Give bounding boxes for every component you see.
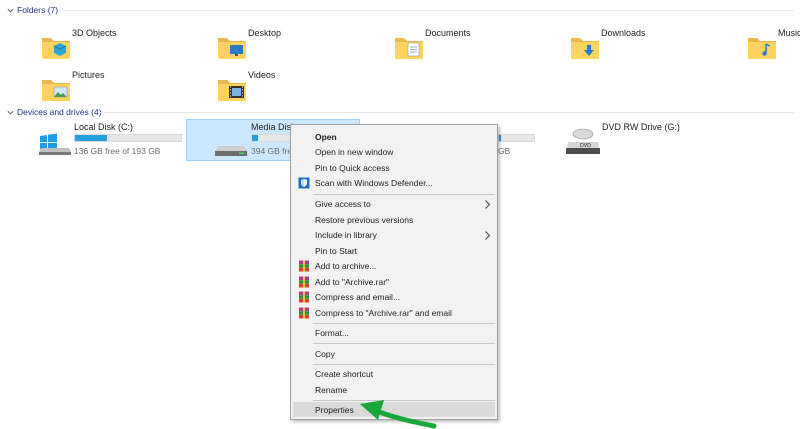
folder-desktop[interactable]: Desktop xyxy=(216,24,356,64)
drive-name: Local Disk (C:) xyxy=(74,122,134,132)
menu-item-open-new-window[interactable]: Open in new window xyxy=(293,145,495,160)
menu-item-label: Compress to "Archive.rar" and email xyxy=(315,307,452,318)
winrar-icon xyxy=(299,276,309,287)
menu-item-compress-email[interactable]: Compress and email... xyxy=(293,290,495,305)
hard-drive-icon xyxy=(215,146,247,156)
windows-defender-icon xyxy=(298,177,310,189)
folder-videos[interactable]: Videos xyxy=(216,66,356,106)
folder-label: Music xyxy=(778,28,800,38)
chevron-down-icon xyxy=(7,8,14,12)
folder-label: Documents xyxy=(425,28,471,38)
chevron-down-icon xyxy=(7,110,14,114)
menu-item-label: Rename xyxy=(315,384,348,395)
pictures-folder-icon xyxy=(42,80,70,101)
menu-item-add-to-archive-rar[interactable]: Add to "Archive.rar" xyxy=(293,274,495,289)
menu-item-label: Pin to Start xyxy=(315,245,358,256)
menu-item-label: Give access to xyxy=(315,199,371,209)
menu-item-label: Open in new window xyxy=(315,147,394,157)
drive-free-space: GB xyxy=(498,146,511,156)
folder-music[interactable]: Music xyxy=(746,24,800,64)
desktop-folder-icon xyxy=(218,38,246,59)
drive-dvd-rw-g[interactable]: DVD DVD RW Drive (G:) xyxy=(566,120,716,160)
drive-usage-fill xyxy=(75,135,107,141)
drive-usage-bar xyxy=(251,134,291,142)
menu-item-format[interactable]: Format... xyxy=(293,326,495,341)
drive-usage-bar xyxy=(498,134,535,142)
menu-item-label: Scan with Windows Defender... xyxy=(315,178,433,188)
menu-separator xyxy=(313,194,495,195)
drives-group-header[interactable]: Devices and drives (4) xyxy=(6,106,102,118)
menu-item-scan-defender[interactable]: Scan with Windows Defender... xyxy=(293,176,495,191)
winrar-icon xyxy=(299,307,309,318)
submenu-arrow-icon xyxy=(485,230,491,240)
menu-item-label: Pin to Quick access xyxy=(315,162,390,173)
menu-item-rename[interactable]: Rename xyxy=(293,382,495,397)
drive-usage-bar xyxy=(74,134,182,142)
annotation-arrow-icon xyxy=(360,400,437,429)
drive-free-space: 136 GB free of 193 GB xyxy=(74,146,161,156)
menu-item-label: Create shortcut xyxy=(315,369,374,379)
folder-label: Downloads xyxy=(601,28,646,38)
folder-downloads[interactable]: Downloads xyxy=(569,24,709,64)
drives-group-label: Devices and drives (4) xyxy=(17,107,102,117)
folder-label: Videos xyxy=(248,70,276,80)
winrar-icon xyxy=(299,291,309,303)
dvd-drive-icon: DVD xyxy=(566,128,600,154)
3d-objects-folder-icon xyxy=(42,38,70,59)
menu-item-open[interactable]: Open xyxy=(293,129,495,144)
menu-item-label: Open xyxy=(315,131,337,142)
drive-free-space: 394 GB fre xyxy=(251,146,293,156)
menu-item-compress-archive-email[interactable]: Compress to "Archive.rar" and email xyxy=(293,305,495,320)
music-folder-icon xyxy=(748,38,776,59)
drive-usage-fill xyxy=(252,135,258,141)
drives-header-rule xyxy=(100,112,794,113)
folders-group-header[interactable]: Folders (7) xyxy=(6,4,58,16)
folders-group-label: Folders (7) xyxy=(17,5,59,15)
menu-item-label: Compress and email... xyxy=(315,292,401,302)
downloads-folder-icon xyxy=(571,38,599,59)
menu-item-label: Add to "Archive.rar" xyxy=(315,276,390,287)
documents-folder-icon xyxy=(395,38,423,59)
menu-item-pin-to-start[interactable]: Pin to Start xyxy=(293,243,495,258)
menu-item-label: Add to archive... xyxy=(315,261,377,271)
menu-separator xyxy=(313,363,495,365)
menu-item-label: Restore previous versions xyxy=(315,214,414,225)
submenu-arrow-icon xyxy=(485,199,491,209)
folders-header-rule xyxy=(62,10,794,11)
menu-item-restore-versions[interactable]: Restore previous versions xyxy=(293,212,495,227)
menu-item-label: Copy xyxy=(315,348,335,359)
menu-separator xyxy=(313,343,495,344)
menu-item-label: Properties xyxy=(315,404,354,415)
menu-item-pin-quick-access[interactable]: Pin to Quick access xyxy=(293,160,495,175)
folder-label: Desktop xyxy=(248,28,282,38)
winrar-icon xyxy=(299,260,309,272)
menu-item-copy[interactable]: Copy xyxy=(293,346,495,361)
menu-item-give-access[interactable]: Give access to xyxy=(293,197,495,212)
folder-3d-objects[interactable]: 3D Objects xyxy=(40,24,180,64)
videos-folder-icon xyxy=(218,80,246,101)
drive-local-disk-c[interactable]: Local Disk (C:) 136 GB free of 193 GB xyxy=(38,120,188,160)
menu-item-label: Format... xyxy=(315,328,350,338)
folder-pictures[interactable]: Pictures xyxy=(40,66,180,106)
drive-name: Media Disk xyxy=(251,122,296,132)
drive-name: DVD RW Drive (G:) xyxy=(602,122,680,132)
windows-drive-icon xyxy=(39,133,71,155)
context-menu: Open Open in new window Pin to Quick acc… xyxy=(290,124,498,420)
menu-separator xyxy=(313,323,495,324)
menu-item-include-in-library[interactable]: Include in library xyxy=(293,228,495,243)
svg-text:DVD: DVD xyxy=(580,143,591,149)
drive-usage-fill xyxy=(499,135,501,141)
menu-item-label: Include in library xyxy=(315,230,377,240)
folder-label: 3D Objects xyxy=(72,28,117,38)
folder-documents[interactable]: Documents xyxy=(393,24,533,64)
folder-label: Pictures xyxy=(72,70,105,80)
menu-item-create-shortcut[interactable]: Create shortcut xyxy=(293,367,495,382)
menu-item-add-to-archive[interactable]: Add to archive... xyxy=(293,259,495,274)
